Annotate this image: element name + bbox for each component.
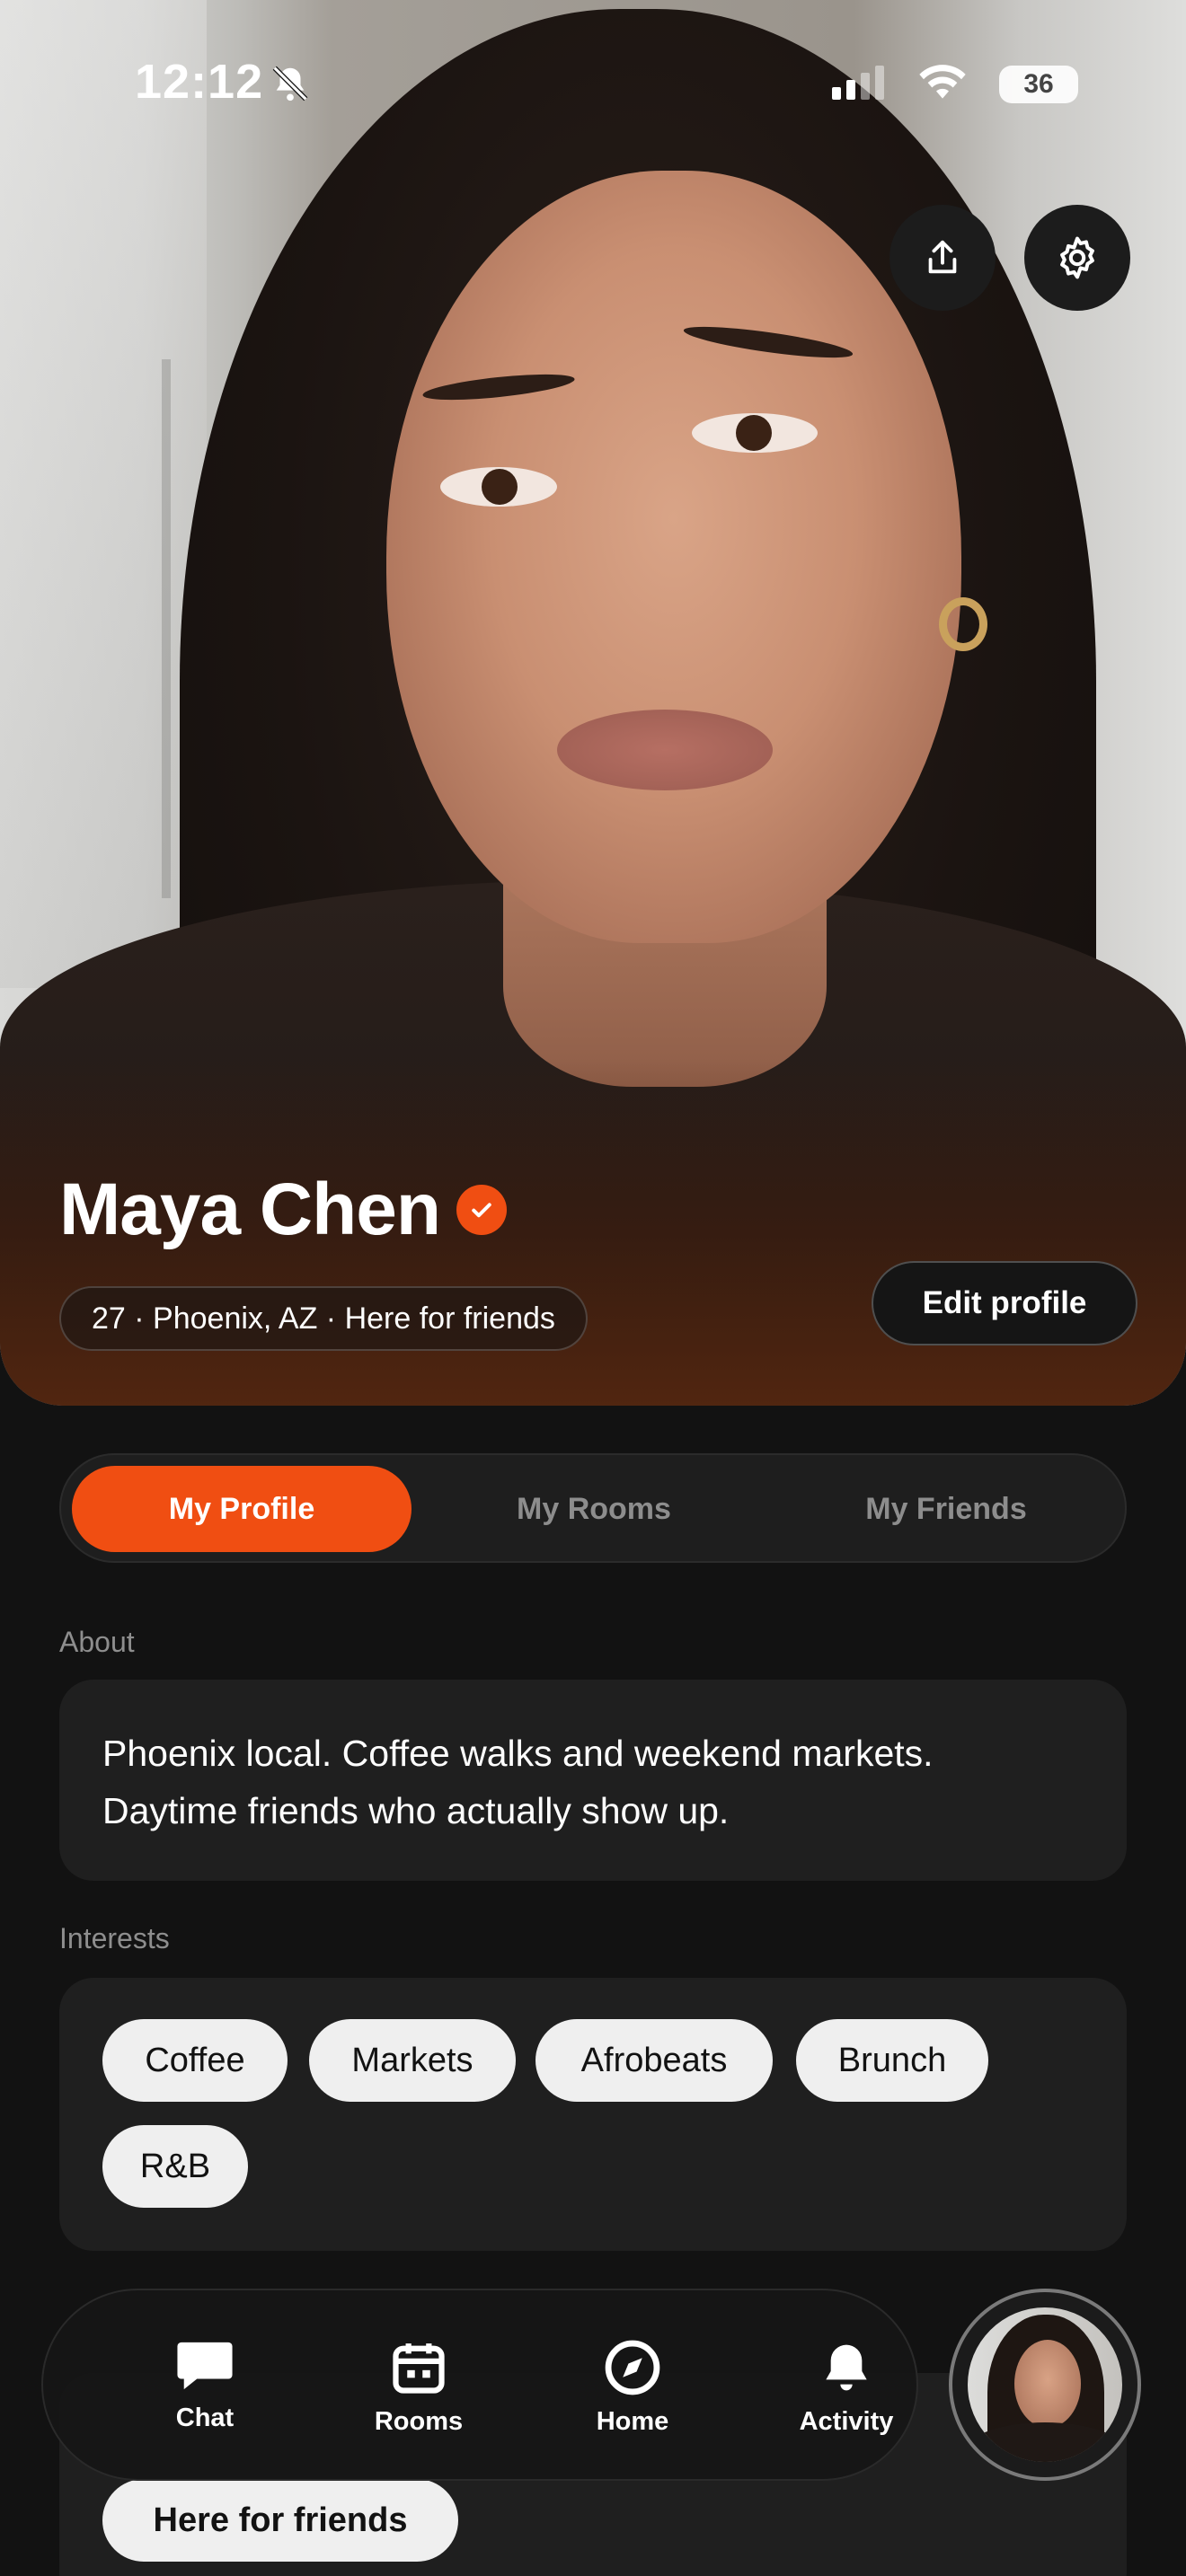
interest-chip: R&B [102,2125,248,2208]
about-text: Phoenix local. Coffee walks and weekend … [102,1733,934,1831]
nav-chat[interactable]: Chat [124,2337,286,2433]
compass-icon [605,2340,660,2395]
profile-meta: 27 · Phoenix, AZ · Here for friends [59,1286,588,1351]
signal-icon [832,64,886,104]
status-time: 12:12 [135,55,264,109]
interests-card: Coffee Markets Afrobeats Brunch R&B [59,1978,1127,2251]
nav-rooms[interactable]: Rooms [338,2337,500,2437]
interests-heading: Interests [59,1922,170,1954]
profile-photo: 12:12 36 Maya Chen 27 · Phoenix, AZ · He… [0,0,1186,1406]
tab-my-profile[interactable]: My Profile [72,1466,412,1552]
interest-chip: Markets [309,2019,516,2102]
nav-label: Activity [799,2407,894,2436]
intent-chip: Here for friends [102,2479,458,2562]
tab-my-rooms[interactable]: My Rooms [424,1466,764,1552]
tab-my-friends[interactable]: My Friends [776,1466,1116,1552]
nav-label: Chat [175,2404,235,2432]
interest-chip: Afrobeats [535,2019,773,2102]
verified-badge-icon [456,1185,507,1235]
silent-mode-icon [270,63,311,109]
profile-avatar-button[interactable] [949,2289,1141,2481]
avatar [968,2307,1122,2462]
share-button[interactable] [890,205,996,311]
profile-name: Maya Chen [59,1169,441,1250]
nav-label: Rooms [374,2407,464,2436]
chat-bubble-icon [177,2342,233,2390]
about-card: Phoenix local. Coffee walks and weekend … [59,1680,1127,1881]
interest-chip: Coffee [102,2019,288,2102]
nav-home[interactable]: Home [552,2337,713,2437]
gear-icon [1060,236,1094,279]
battery-icon: 36 [999,65,1078,103]
nav-label: Home [596,2407,669,2436]
about-heading: About [59,1626,135,1658]
edit-profile-button[interactable]: Edit profile [872,1261,1137,1345]
interest-chip: Brunch [796,2019,988,2102]
bottom-nav: Chat Rooms Home Activity [41,2289,918,2481]
wifi-icon [916,63,969,105]
calendar-icon [393,2343,445,2394]
nav-activity[interactable]: Activity [766,2337,927,2437]
share-icon [928,240,957,274]
settings-button[interactable] [1024,205,1130,311]
bell-icon [826,2344,867,2391]
profile-tabs: My Profile My Rooms My Friends [59,1453,1127,1563]
